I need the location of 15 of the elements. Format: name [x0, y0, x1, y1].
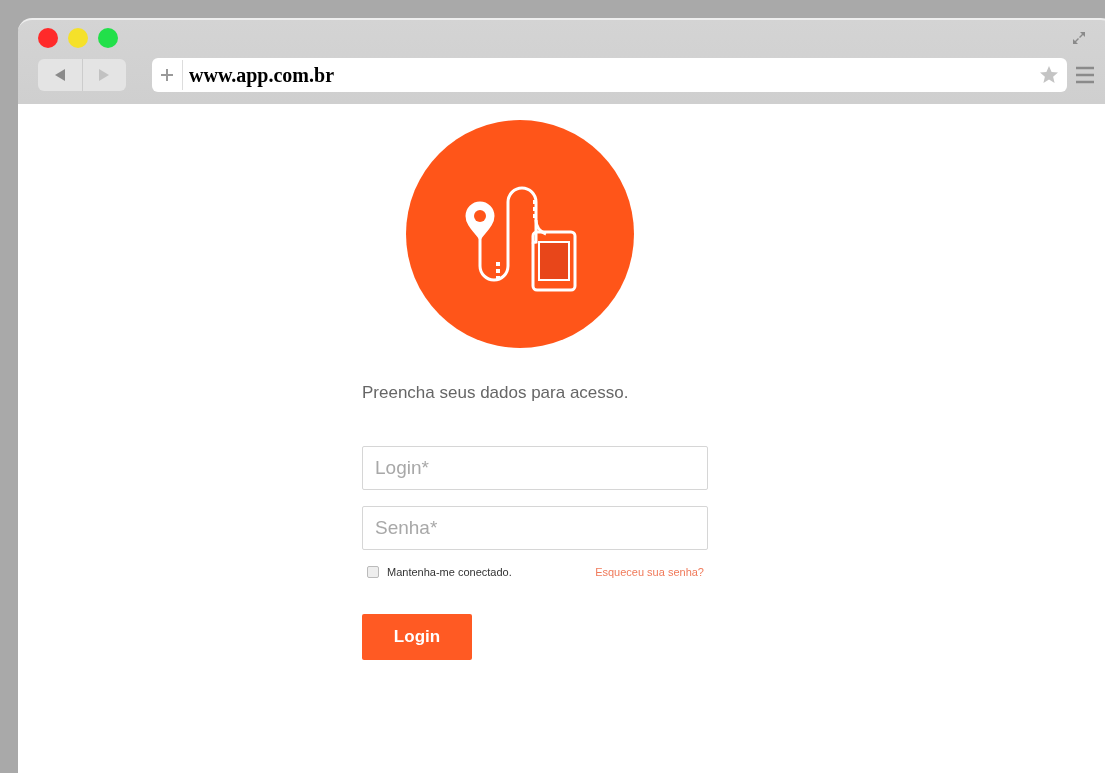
plus-icon[interactable]: [160, 68, 174, 82]
forgot-password-link[interactable]: Esqueceu sua senha?: [595, 563, 704, 580]
remember-label: Mantenha-me conectado.: [387, 564, 512, 580]
instruction-text: Preencha seus dados para acesso.: [362, 382, 630, 404]
expand-icon[interactable]: [1071, 30, 1087, 46]
star-icon[interactable]: [1039, 65, 1059, 85]
remember-checkbox[interactable]: [367, 565, 379, 578]
url-text: www.app.com.br: [182, 60, 334, 90]
input-field[interactable]: Login*: [362, 445, 708, 490]
login-button[interactable]: Login: [362, 614, 472, 660]
address-bar[interactable]: www.app.com.br: [152, 58, 1067, 92]
input-field[interactable]: Senha*: [362, 505, 708, 550]
close-window-icon[interactable]: [38, 28, 58, 48]
menu-icon[interactable]: [1075, 65, 1095, 85]
maximize-window-icon[interactable]: [98, 28, 118, 48]
